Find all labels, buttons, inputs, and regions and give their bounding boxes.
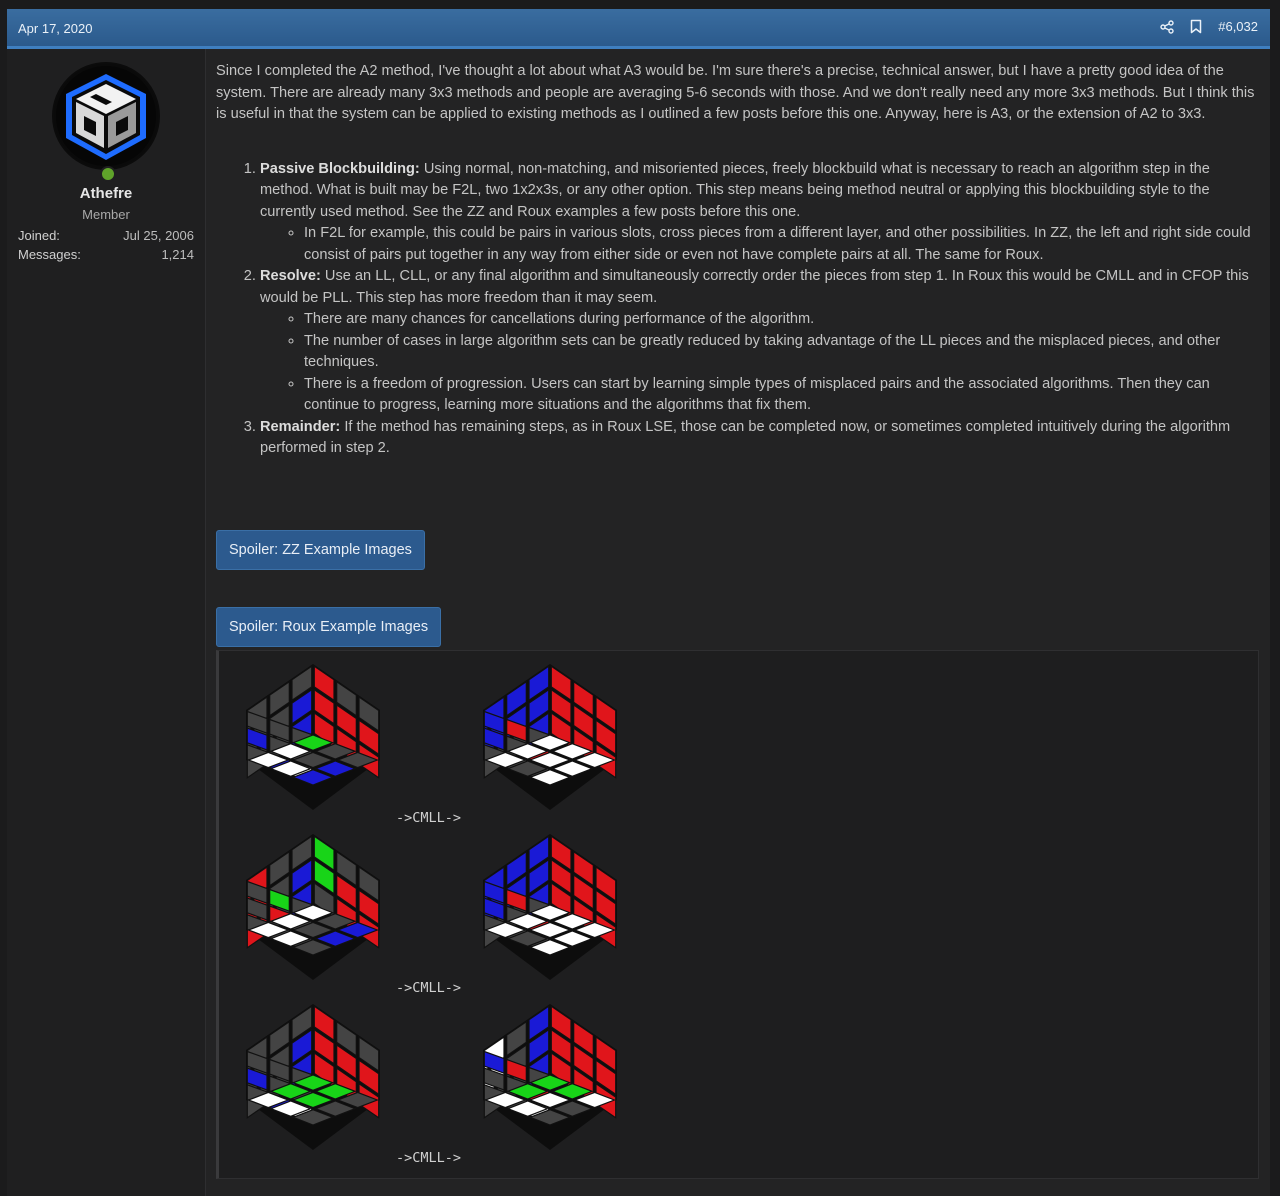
steps-list: Passive Blockbuilding: Using normal, non… [216, 159, 1259, 460]
cube-svg [246, 1004, 380, 1150]
cube-image [244, 832, 384, 987]
cube-image [481, 662, 621, 817]
sub-list: In F2L for example, this could be pairs … [260, 223, 1259, 266]
joined-value: Jul 25, 2006 [123, 228, 194, 243]
post-intro: Since I completed the A2 method, I've th… [216, 63, 1255, 122]
cube-svg [483, 664, 617, 810]
joined-stat: Joined: Jul 25, 2006 [18, 228, 194, 243]
messages-label: Messages: [18, 247, 81, 262]
bookmark-icon[interactable] [1190, 19, 1202, 34]
username[interactable]: Athefre [7, 185, 205, 202]
joined-label: Joined: [18, 228, 60, 243]
user-sidebar: Athefre Member Joined: Jul 25, 2006 Mess… [7, 49, 206, 1196]
post-container: Apr 17, 2020 #6,032 Athefre Member Joine… [7, 9, 1270, 1196]
cube-svg [483, 834, 617, 980]
post-date[interactable]: Apr 17, 2020 [18, 21, 92, 36]
sub-list: There are many chances for cancellations… [260, 309, 1259, 417]
messages-stat: Messages: 1,214 [18, 247, 194, 262]
list-item: There is a freedom of progression. Users… [304, 374, 1259, 417]
cube-svg [246, 664, 380, 810]
cube-image [481, 832, 621, 987]
step-title: Remainder: [260, 418, 341, 435]
avatar[interactable] [52, 62, 160, 182]
cube-svg [246, 834, 380, 980]
avatar-image [52, 62, 160, 170]
list-item: In F2L for example, this could be pairs … [304, 223, 1259, 266]
list-item: The number of cases in large algorithm s… [304, 331, 1259, 374]
list-item: Passive Blockbuilding: Using normal, non… [260, 159, 1259, 267]
roux-spoiler-button[interactable]: Spoiler: Roux Example Images [216, 607, 442, 647]
cmll-arrow-label: ->CMLL-> [396, 1150, 462, 1166]
cube-svg [483, 1004, 617, 1150]
cube-image [481, 1002, 621, 1157]
cmll-arrow-label: ->CMLL-> [396, 810, 462, 826]
step-text: Use an LL, CLL, or any final algorithm a… [260, 268, 1249, 306]
roux-spoiler-content: ->CMLL-> ->CMLL-> ->CMLL-> [216, 650, 1259, 1179]
zz-spoiler-button[interactable]: Spoiler: ZZ Example Images [216, 530, 425, 570]
step-title: Passive Blockbuilding: [260, 160, 420, 177]
share-icon[interactable] [1160, 19, 1174, 34]
list-item: Resolve: Use an LL, CLL, or any final al… [260, 266, 1259, 417]
messages-value[interactable]: 1,214 [161, 247, 194, 262]
cmll-arrow-label: ->CMLL-> [396, 980, 462, 996]
cube-image [244, 662, 384, 817]
cube-image [244, 1002, 384, 1157]
post-number-link[interactable]: #6,032 [1218, 19, 1258, 34]
post-actions: #6,032 [1160, 19, 1258, 34]
step-text: If the method has remaining steps, as in… [260, 418, 1231, 457]
post-body: Since I completed the A2 method, I've th… [216, 61, 1259, 460]
step-title: Resolve: [260, 268, 321, 284]
post-header: Apr 17, 2020 #6,032 [7, 9, 1270, 49]
user-title: Member [82, 207, 130, 222]
online-status-icon [100, 166, 116, 182]
list-item: Remainder: If the method has remaining s… [260, 417, 1259, 460]
list-item: There are many chances for cancellations… [304, 309, 1259, 331]
